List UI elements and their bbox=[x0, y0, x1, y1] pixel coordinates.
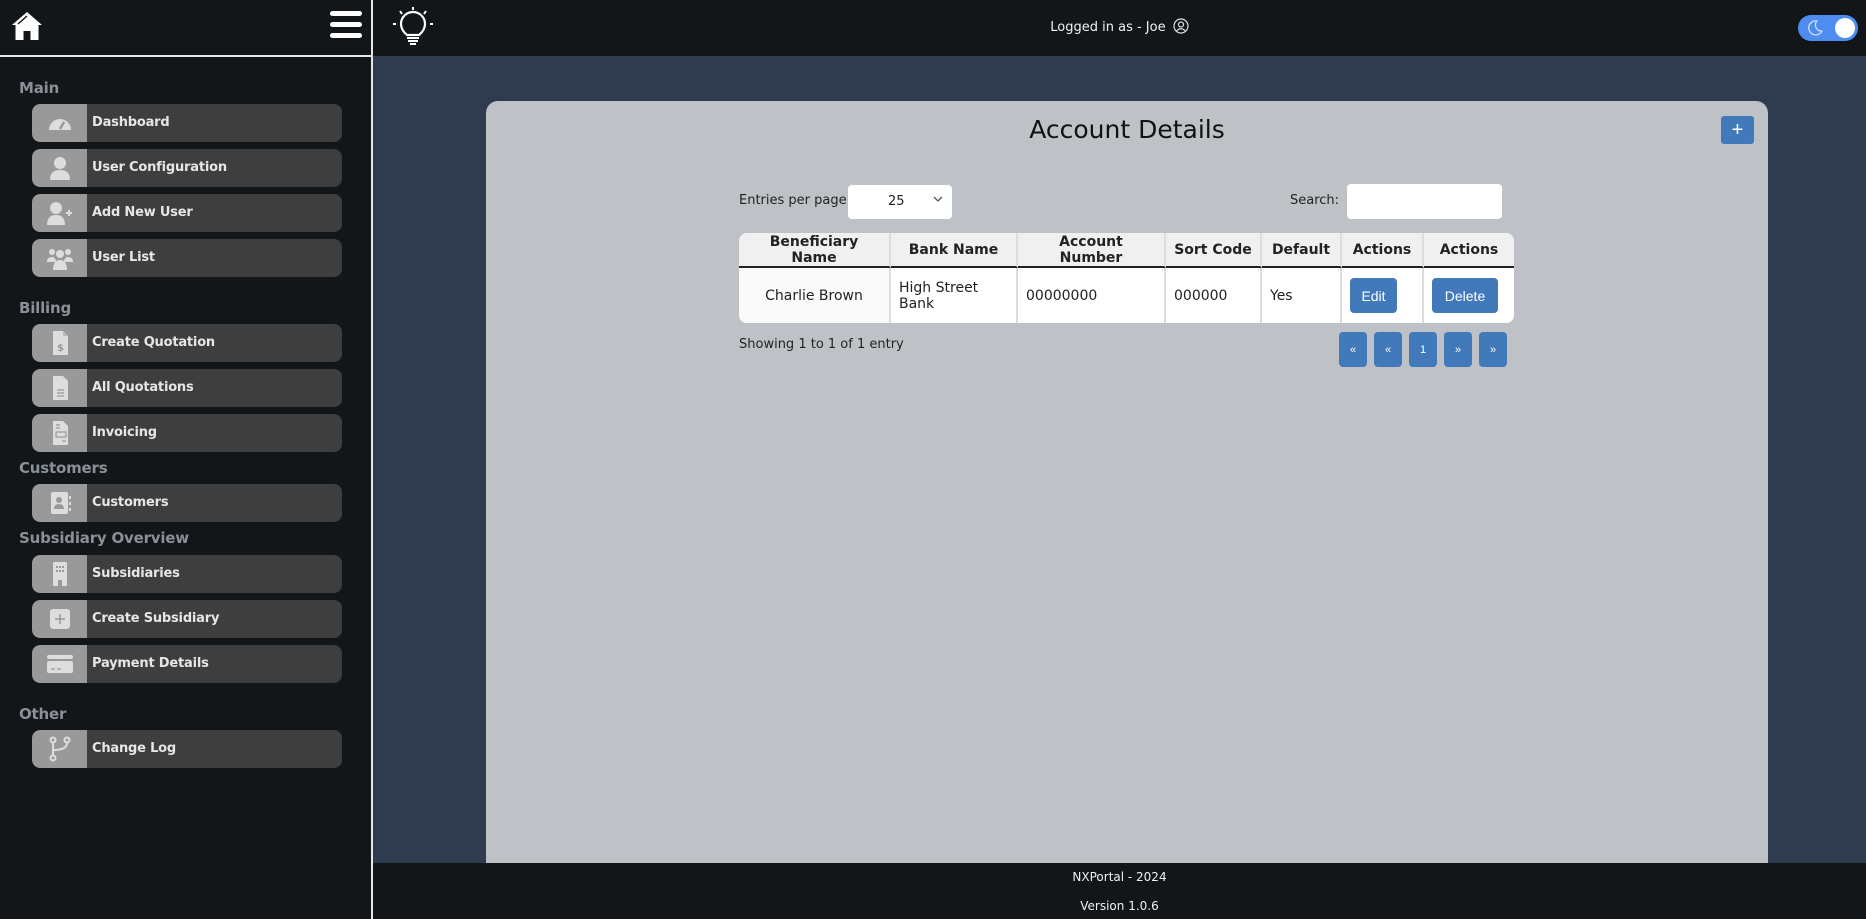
search-input[interactable] bbox=[1347, 184, 1502, 219]
column-header-default[interactable]: Default bbox=[1262, 233, 1342, 268]
cell-account-number: 00000000 bbox=[1018, 268, 1166, 323]
sidebar-header bbox=[0, 0, 371, 57]
user-circle-icon[interactable] bbox=[1173, 18, 1189, 34]
sidebar-item-label: Add New User bbox=[92, 205, 193, 220]
file-invoice-icon bbox=[52, 421, 68, 445]
sidebar: Main Dashboard User Configuration Add Ne… bbox=[0, 0, 373, 919]
add-account-button[interactable]: + bbox=[1721, 116, 1754, 144]
sidebar-item-create-subsidiary[interactable]: Create Subsidiary bbox=[32, 600, 342, 638]
building-icon bbox=[52, 562, 67, 586]
sidebar-item-add-new-user[interactable]: Add New User bbox=[32, 194, 342, 232]
sidebar-item-label: Create Subsidiary bbox=[92, 611, 220, 626]
accounts-table: Beneficiary Name Bank Name Account Numbe… bbox=[739, 233, 1514, 323]
top-bar: Logged in as - Joe bbox=[373, 0, 1866, 56]
hamburger-menu-icon[interactable] bbox=[330, 11, 362, 38]
file-lines-icon bbox=[52, 376, 68, 400]
gauge-icon bbox=[48, 119, 71, 130]
column-header-sort-code[interactable]: Sort Code bbox=[1166, 233, 1262, 268]
pagination-page-1-button[interactable]: 1 bbox=[1409, 332, 1437, 367]
user-plus-icon bbox=[46, 202, 72, 225]
cell-default: Yes bbox=[1262, 268, 1342, 323]
user-icon bbox=[49, 157, 70, 180]
theme-toggle[interactable] bbox=[1798, 15, 1858, 41]
section-title-billing: Billing bbox=[19, 299, 72, 317]
delete-button[interactable]: Delete bbox=[1432, 278, 1498, 313]
sidebar-item-user-configuration[interactable]: User Configuration bbox=[32, 149, 342, 187]
sidebar-item-invoicing[interactable]: Invoicing bbox=[32, 414, 342, 452]
footer: NXPortal - 2024 Version 1.0.6 bbox=[373, 863, 1866, 919]
table-header-row: Beneficiary Name Bank Name Account Numbe… bbox=[739, 233, 1514, 268]
column-header-account-number[interactable]: Account Number bbox=[1018, 233, 1166, 268]
pagination-last-button[interactable]: » bbox=[1479, 332, 1507, 367]
sidebar-item-create-quotation[interactable]: $ Create Quotation bbox=[32, 324, 342, 362]
sidebar-item-label: User Configuration bbox=[92, 160, 227, 175]
home-icon[interactable] bbox=[11, 11, 43, 41]
table-row: Charlie Brown High Street Bank 00000000 … bbox=[739, 268, 1514, 323]
sidebar-item-user-list[interactable]: User List bbox=[32, 239, 342, 277]
address-book-icon bbox=[50, 492, 71, 514]
logged-in-text: Logged in as - Joe bbox=[1050, 20, 1166, 35]
pagination-next-button[interactable]: » bbox=[1444, 332, 1472, 367]
sidebar-item-dashboard[interactable]: Dashboard bbox=[32, 104, 342, 142]
cell-sort-code: 000000 bbox=[1166, 268, 1262, 323]
chevron-down-icon bbox=[933, 196, 943, 202]
column-header-beneficiary-name[interactable]: Beneficiary Name bbox=[739, 233, 891, 268]
sidebar-item-label: All Quotations bbox=[92, 380, 194, 395]
entries-per-page-value: 25 bbox=[888, 194, 905, 209]
file-dollar-icon: $ bbox=[52, 331, 68, 355]
code-branch-icon bbox=[49, 736, 70, 762]
footer-version: Version 1.0.6 bbox=[1080, 899, 1159, 913]
sidebar-item-label: Subsidiaries bbox=[92, 566, 180, 581]
footer-copyright: NXPortal - 2024 bbox=[1072, 870, 1167, 884]
logged-in-status: Logged in as - Joe bbox=[373, 0, 1866, 56]
sidebar-item-label: Change Log bbox=[92, 741, 176, 756]
svg-text:$: $ bbox=[57, 343, 64, 354]
sidebar-item-label: Dashboard bbox=[92, 115, 170, 130]
pagination-first-button[interactable]: « bbox=[1339, 332, 1367, 367]
cell-edit: Edit bbox=[1342, 268, 1424, 323]
section-title-customers: Customers bbox=[19, 459, 108, 477]
section-title-other: Other bbox=[19, 705, 67, 723]
sidebar-item-label: Create Quotation bbox=[92, 335, 215, 350]
users-icon bbox=[46, 249, 73, 270]
edit-button[interactable]: Edit bbox=[1350, 278, 1397, 313]
sidebar-item-subsidiaries[interactable]: Subsidiaries bbox=[32, 555, 342, 593]
moon-icon bbox=[1808, 20, 1824, 36]
square-plus-icon bbox=[49, 609, 70, 629]
entries-per-page-select[interactable]: 25 bbox=[848, 185, 952, 219]
column-header-bank-name[interactable]: Bank Name bbox=[891, 233, 1018, 268]
cell-delete: Delete bbox=[1424, 268, 1514, 323]
showing-entries-text: Showing 1 to 1 of 1 entry bbox=[739, 337, 904, 352]
sidebar-item-label: Invoicing bbox=[92, 425, 157, 440]
pagination: « « 1 » » bbox=[1339, 332, 1507, 367]
sidebar-item-label: User List bbox=[92, 250, 155, 265]
cell-beneficiary-name: Charlie Brown bbox=[739, 268, 891, 323]
sidebar-item-label: Payment Details bbox=[92, 656, 209, 671]
account-details-card: Account Details + Entries per page 25 Se… bbox=[486, 101, 1768, 863]
toggle-knob bbox=[1835, 18, 1855, 38]
search-label: Search: bbox=[1290, 193, 1340, 208]
cell-bank-name: High Street Bank bbox=[891, 268, 1018, 323]
entries-per-page-label: Entries per page bbox=[739, 193, 847, 208]
section-title-subsidiary-overview: Subsidiary Overview bbox=[19, 529, 189, 547]
sidebar-item-change-log[interactable]: Change Log bbox=[32, 730, 342, 768]
sidebar-item-payment-details[interactable]: Payment Details bbox=[32, 645, 342, 683]
column-header-actions-delete: Actions bbox=[1424, 233, 1514, 268]
sidebar-item-customers[interactable]: Customers bbox=[32, 484, 342, 522]
section-title-main: Main bbox=[19, 79, 60, 97]
credit-card-icon bbox=[46, 655, 73, 673]
sidebar-item-label: Customers bbox=[92, 495, 169, 510]
sidebar-item-all-quotations[interactable]: All Quotations bbox=[32, 369, 342, 407]
pagination-prev-button[interactable]: « bbox=[1374, 332, 1402, 367]
page-title: Account Details bbox=[1029, 115, 1225, 144]
column-header-actions-edit: Actions bbox=[1342, 233, 1424, 268]
